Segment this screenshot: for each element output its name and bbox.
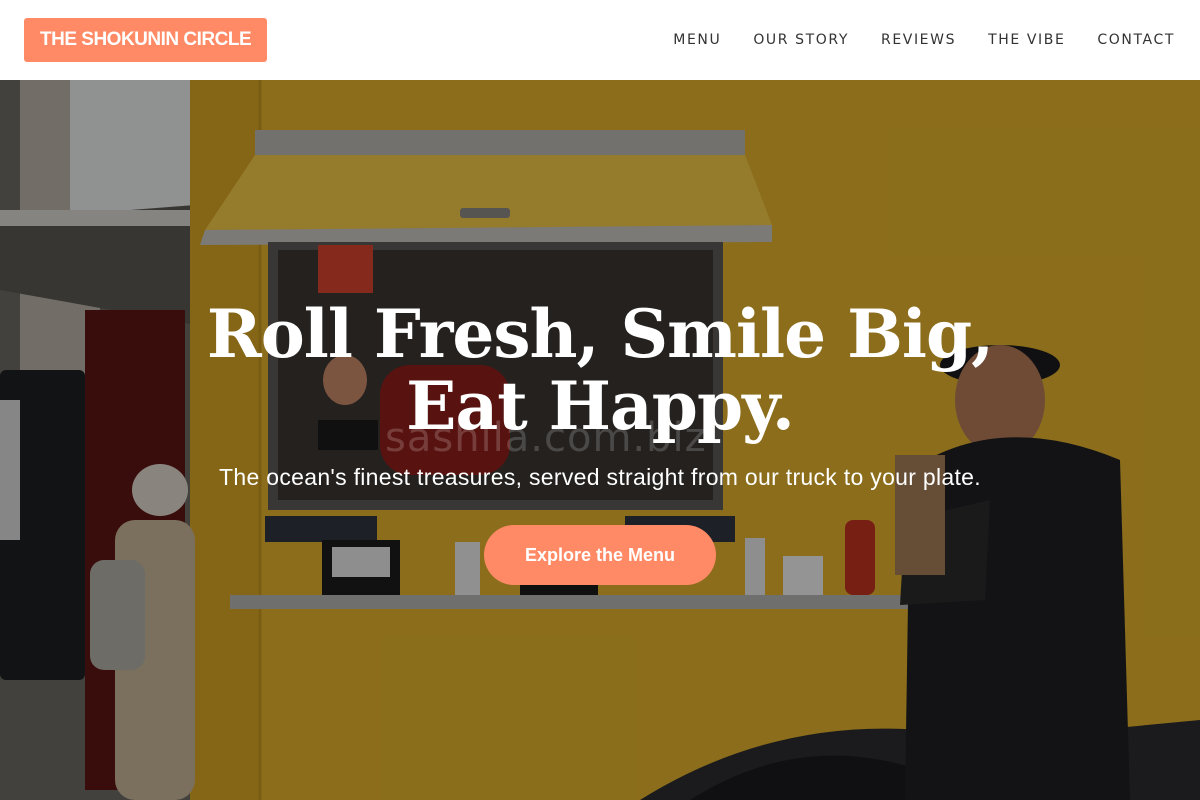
nav-item-our-story[interactable]: OUR STORY bbox=[753, 32, 849, 48]
hero-section: sashila.com.biz Roll Fresh, Smile Big, E… bbox=[0, 80, 1200, 800]
nav-item-menu[interactable]: MENU bbox=[673, 32, 721, 48]
hero-subtitle: The ocean's finest treasures, served str… bbox=[219, 464, 981, 490]
nav-item-reviews[interactable]: REVIEWS bbox=[881, 32, 956, 48]
hero-content: Roll Fresh, Smile Big, Eat Happy. The oc… bbox=[0, 80, 1200, 800]
brand-logo[interactable]: THE SHOKUNIN CIRCLE bbox=[24, 18, 268, 62]
main-nav: MENU OUR STORY REVIEWS THE VIBE CONTACT bbox=[673, 32, 1176, 48]
explore-menu-button[interactable]: Explore the Menu bbox=[484, 525, 716, 585]
nav-item-contact[interactable]: CONTACT bbox=[1097, 32, 1175, 48]
nav-item-the-vibe[interactable]: THE VIBE bbox=[988, 32, 1065, 48]
hero-title: Roll Fresh, Smile Big, Eat Happy. bbox=[206, 295, 994, 445]
site-header: THE SHOKUNIN CIRCLE MENU OUR STORY REVIE… bbox=[0, 0, 1200, 80]
